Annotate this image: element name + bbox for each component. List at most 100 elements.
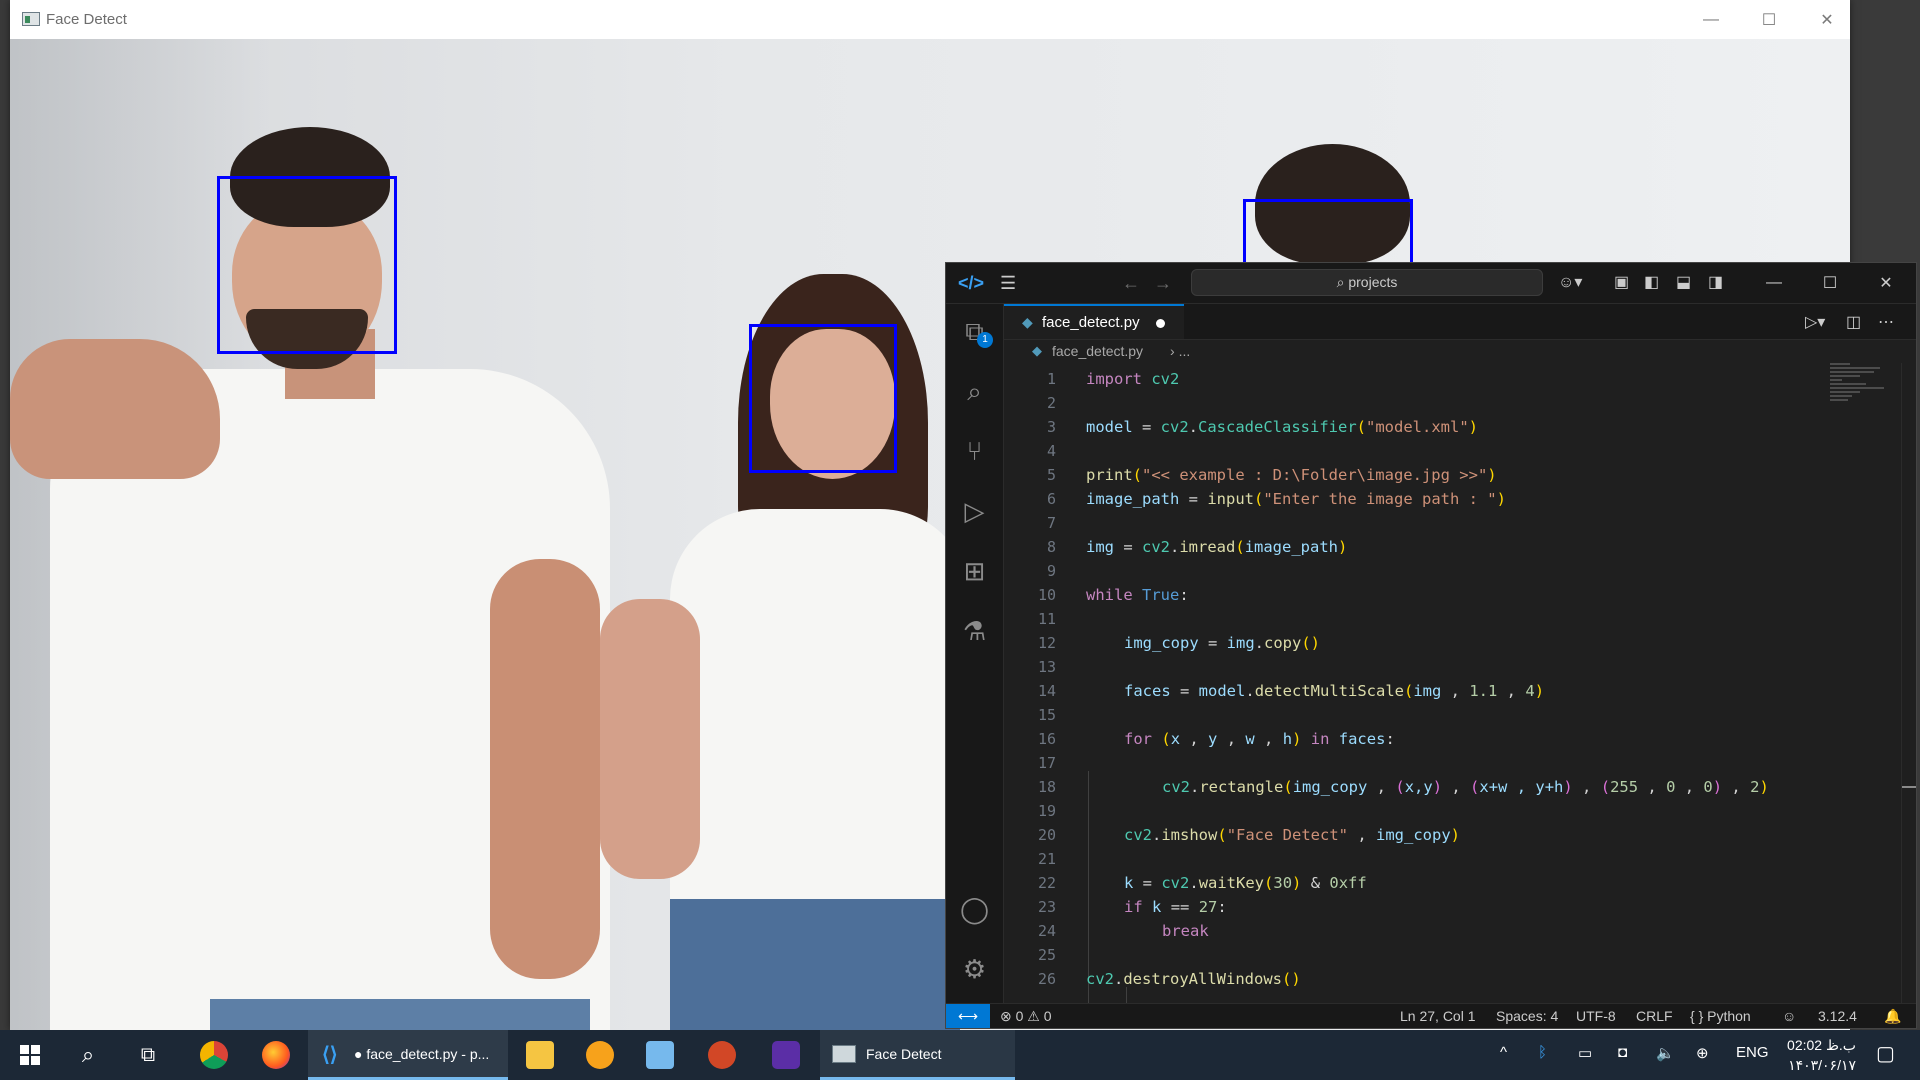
- breadcrumb-file[interactable]: face_detect.py: [1052, 343, 1143, 359]
- line-number: 17: [1037, 754, 1056, 772]
- man-raised-arm: [10, 339, 220, 479]
- input-language[interactable]: ENG: [1736, 1044, 1769, 1061]
- line-number: 25: [1037, 946, 1056, 964]
- remote-indicator-icon[interactable]: ⟷: [946, 1004, 990, 1028]
- app-blue-icon[interactable]: [636, 1030, 684, 1080]
- code-line: faces = model.detectMultiScale(img , 1.1…: [1124, 682, 1545, 700]
- code-line: break: [1162, 922, 1209, 940]
- line-number: 12: [1037, 634, 1056, 652]
- indentation[interactable]: Spaces: 4: [1496, 1008, 1558, 1024]
- line-number: 22: [1037, 874, 1056, 892]
- vscode-logo-icon: </>: [958, 273, 985, 293]
- app-orange-icon[interactable]: [576, 1030, 624, 1080]
- woman-shirt: [670, 509, 970, 949]
- activity-bar: ⧉ 1 ⌕ ⑂ ▷ ⊞ ⚗ ◯ ⚙: [946, 304, 1004, 1004]
- customize-layout-icon[interactable]: ▣: [1614, 272, 1629, 292]
- chrome-icon[interactable]: [190, 1030, 238, 1080]
- network-globe-icon[interactable]: ⊕: [1696, 1044, 1709, 1062]
- encoding[interactable]: UTF-8: [1576, 1008, 1616, 1024]
- toggle-panel-icon[interactable]: ⬓: [1676, 272, 1691, 292]
- run-python-file-icon[interactable]: ▷▾: [1805, 312, 1825, 332]
- bluetooth-icon[interactable]: ᛒ: [1538, 1044, 1547, 1061]
- settings-gear-icon[interactable]: ⚙: [946, 954, 1003, 985]
- problems-indicator[interactable]: ⊗ 0 ⚠ 0: [1000, 1008, 1052, 1025]
- line-number: 10: [1037, 586, 1056, 604]
- face-detection-box: [217, 176, 397, 354]
- accounts-icon[interactable]: ◯: [946, 894, 1003, 925]
- code-line: print("<< example : D:\Folder\image.jpg …: [1086, 466, 1497, 484]
- scroll-position-marker: [1902, 786, 1916, 788]
- line-number: 4: [1046, 442, 1056, 460]
- line-ending[interactable]: CRLF: [1636, 1008, 1673, 1024]
- minimize-button[interactable]: —: [1682, 0, 1740, 39]
- back-arrow-icon[interactable]: ←: [1122, 273, 1140, 294]
- forward-arrow-icon[interactable]: →: [1154, 273, 1172, 294]
- powerpoint-icon[interactable]: [698, 1030, 746, 1080]
- unsaved-dot-icon[interactable]: [1156, 319, 1165, 328]
- vscode-titlebar[interactable]: </> ☰ ← → ⌕ projects ☺▾ ▣ ◧ ⬓ ◨ — ☐ ✕: [946, 263, 1916, 304]
- breadcrumb-symbols[interactable]: › ...: [1170, 343, 1190, 359]
- code-line: k = cv2.waitKey(30) & 0xff: [1124, 874, 1367, 892]
- task-view-icon[interactable]: ⧉: [126, 1030, 170, 1080]
- notification-center-icon[interactable]: ▢: [1876, 1041, 1895, 1066]
- close-button[interactable]: ✕: [1798, 0, 1856, 39]
- command-center-search[interactable]: ⌕ projects: [1191, 269, 1543, 296]
- code-line: cv2.imshow("Face Detect" , img_copy): [1124, 826, 1461, 844]
- file-explorer-icon[interactable]: [516, 1030, 564, 1080]
- explorer-icon[interactable]: ⧉: [946, 316, 1003, 348]
- screen-recorder-icon[interactable]: [762, 1030, 810, 1080]
- vscode-icon: ⟨⟩: [322, 1044, 338, 1066]
- line-number: 2: [1046, 394, 1056, 412]
- copilot-icon[interactable]: ☺▾: [1558, 272, 1582, 292]
- vscode-maximize-button[interactable]: ☐: [1802, 263, 1858, 303]
- copilot-status-icon[interactable]: ☺: [1782, 1008, 1796, 1024]
- line-number: 16: [1037, 730, 1056, 748]
- more-actions-icon[interactable]: ⋯: [1878, 312, 1894, 332]
- show-hidden-icons-icon[interactable]: ^: [1500, 1044, 1507, 1061]
- code-line: for (x , y , w , h) in faces:: [1124, 730, 1395, 748]
- volume-icon[interactable]: 🔈: [1656, 1044, 1675, 1062]
- clock[interactable]: 02:02 ب.ظ ۱۴۰۳/۰۶/۱۷: [1778, 1035, 1856, 1075]
- python-file-icon: ◆: [1022, 314, 1033, 330]
- hamburger-menu-icon[interactable]: ☰: [1000, 274, 1016, 292]
- meet-now-icon[interactable]: ◘: [1618, 1044, 1627, 1061]
- taskbar-face-detect-label: Face Detect: [866, 1046, 942, 1062]
- search-icon: ⌕: [1336, 274, 1349, 290]
- python-interpreter[interactable]: 3.12.4: [1818, 1008, 1857, 1024]
- firefox-icon[interactable]: [252, 1030, 300, 1080]
- maximize-button[interactable]: ☐: [1740, 0, 1798, 39]
- run-debug-icon[interactable]: ▷: [946, 496, 1003, 527]
- taskbar: ⌕ ⧉ ⟨⟩ ● face_detect.py - p... Face Dete…: [0, 1030, 1920, 1080]
- line-number: 11: [1037, 610, 1056, 628]
- code-editor[interactable]: 1 import cv2 2 3 model = cv2.CascadeClassi…: [1004, 363, 1864, 1004]
- battery-icon[interactable]: ▭: [1578, 1044, 1592, 1062]
- clock-time: 02:02 ب.ظ: [1787, 1037, 1856, 1053]
- vscode-minimize-button[interactable]: —: [1746, 263, 1802, 303]
- notifications-bell-icon[interactable]: 🔔: [1884, 1008, 1901, 1025]
- extensions-icon[interactable]: ⊞: [946, 556, 1003, 587]
- start-button[interactable]: [8, 1030, 52, 1080]
- language-mode[interactable]: { } Python: [1690, 1008, 1751, 1024]
- cursor-position[interactable]: Ln 27, Col 1: [1400, 1008, 1476, 1024]
- face-detect-app-icon: [832, 1045, 856, 1063]
- minimap[interactable]: [1830, 363, 1900, 423]
- app-window-icon: [22, 12, 40, 26]
- line-number: 21: [1037, 850, 1056, 868]
- face-detect-titlebar[interactable]: Face Detect — ☐ ✕: [10, 0, 1850, 40]
- search-icon[interactable]: ⌕: [66, 1030, 110, 1080]
- vscode-window: </> ☰ ← → ⌕ projects ☺▾ ▣ ◧ ⬓ ◨ — ☐ ✕ ⧉ …: [945, 262, 1917, 1029]
- vertical-scrollbar[interactable]: [1901, 363, 1916, 1004]
- woman-jeans: [670, 899, 960, 1030]
- toggle-secondary-sidebar-icon[interactable]: ◨: [1708, 272, 1723, 292]
- toggle-sidebar-icon[interactable]: ◧: [1644, 272, 1659, 292]
- testing-icon[interactable]: ⚗: [946, 616, 1003, 647]
- line-number: 15: [1037, 706, 1056, 724]
- source-control-icon[interactable]: ⑂: [946, 436, 1003, 467]
- vscode-close-button[interactable]: ✕: [1858, 263, 1914, 303]
- status-bar: ⟷ ⊗ 0 ⚠ 0 Ln 27, Col 1 Spaces: 4 UTF-8 C…: [946, 1003, 1916, 1028]
- tab-face-detect[interactable]: ◆ face_detect.py: [1004, 304, 1184, 339]
- line-number: 6: [1046, 490, 1056, 508]
- code-line: import cv2: [1086, 370, 1180, 388]
- split-editor-icon[interactable]: ◫: [1846, 312, 1861, 332]
- search-icon[interactable]: ⌕: [946, 376, 1003, 408]
